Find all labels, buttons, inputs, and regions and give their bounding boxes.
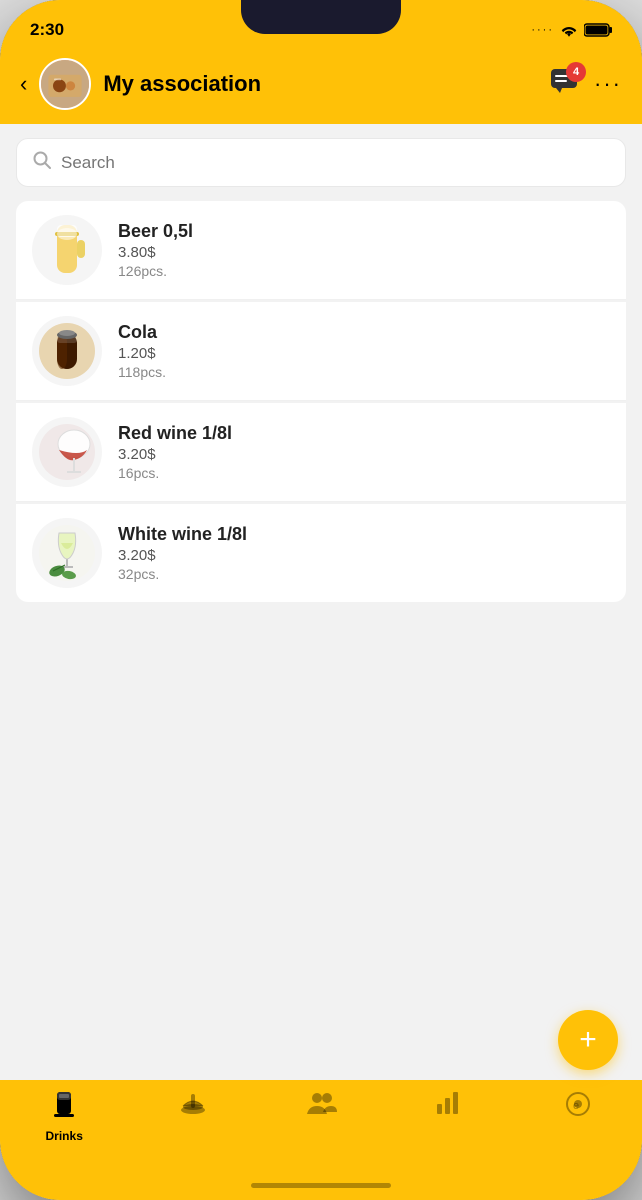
more-button[interactable]: ··· (594, 71, 622, 97)
item-name: White wine 1/8l (118, 524, 247, 545)
settings-icon: e (564, 1090, 592, 1125)
status-time: 2:30 (30, 20, 64, 40)
list-item[interactable]: Beer 0,5l 3.80$ 126pcs. (16, 201, 626, 300)
search-container (0, 124, 642, 201)
list-item[interactable]: White wine 1/8l 3.20$ 32pcs. (16, 504, 626, 602)
bottom-nav: Drinks (0, 1080, 642, 1170)
item-price: 1.20$ (118, 345, 166, 362)
battery-icon (584, 23, 612, 37)
search-input[interactable] (61, 153, 609, 173)
item-image-whitewine (32, 518, 102, 588)
list-item[interactable]: Red wine 1/8l 3.20$ 16pcs. (16, 403, 626, 502)
add-button[interactable]: + (558, 1010, 618, 1070)
status-bar: 2:30 ···· (0, 0, 642, 50)
item-info-whitewine: White wine 1/8l 3.20$ 32pcs. (118, 524, 247, 582)
back-button[interactable]: ‹ (20, 71, 27, 97)
avatar-image (41, 60, 89, 108)
nav-item-drinks[interactable]: Drinks (0, 1090, 128, 1143)
item-name: Red wine 1/8l (118, 423, 232, 444)
notification-button[interactable]: 4 (550, 68, 578, 101)
search-box (16, 138, 626, 187)
stats-icon (435, 1090, 463, 1123)
item-qty: 16pcs. (118, 465, 232, 481)
page-title: My association (103, 71, 261, 97)
phone-frame: 2:30 ···· ‹ (0, 0, 642, 1200)
food-icon (179, 1090, 207, 1125)
header: ‹ My association (0, 50, 642, 124)
nav-item-stats[interactable] (385, 1090, 513, 1127)
item-price: 3.20$ (118, 446, 232, 463)
home-bar (251, 1183, 391, 1188)
item-info-cola: Cola 1.20$ 118pcs. (118, 322, 166, 380)
item-image-cola (32, 316, 102, 386)
notch (241, 0, 401, 34)
avatar[interactable] (39, 58, 91, 110)
item-list: Beer 0,5l 3.80$ 126pcs. (0, 201, 642, 1000)
members-icon (305, 1090, 337, 1123)
item-qty: 32pcs. (118, 566, 247, 582)
phone-screen: 2:30 ···· ‹ (0, 0, 642, 1200)
item-name: Beer 0,5l (118, 221, 193, 242)
notification-badge: 4 (566, 62, 586, 82)
search-icon (33, 151, 51, 174)
list-item[interactable]: Cola 1.20$ 118pcs. (16, 302, 626, 401)
fab-container: + (0, 1000, 642, 1080)
svg-text:e: e (573, 1100, 579, 1112)
item-price: 3.20$ (118, 547, 247, 564)
item-price: 3.80$ (118, 244, 193, 261)
nav-label-drinks: Drinks (46, 1129, 83, 1143)
item-image-beer (32, 215, 102, 285)
nav-item-members[interactable] (257, 1090, 385, 1127)
home-indicator (0, 1170, 642, 1200)
item-image-redwine (32, 417, 102, 487)
header-right: 4 ··· (550, 68, 622, 101)
item-info-redwine: Red wine 1/8l 3.20$ 16pcs. (118, 423, 232, 481)
item-qty: 126pcs. (118, 263, 193, 279)
header-left: ‹ My association (20, 58, 261, 110)
item-qty: 118pcs. (118, 364, 166, 380)
nav-item-settings[interactable]: e (514, 1090, 642, 1129)
status-icons: ···· (531, 23, 612, 37)
signal-icon: ···· (531, 24, 554, 36)
nav-item-food[interactable] (128, 1090, 256, 1129)
drinks-icon (51, 1090, 77, 1125)
wifi-icon (560, 23, 578, 37)
item-name: Cola (118, 322, 166, 343)
item-info-beer: Beer 0,5l 3.80$ 126pcs. (118, 221, 193, 279)
